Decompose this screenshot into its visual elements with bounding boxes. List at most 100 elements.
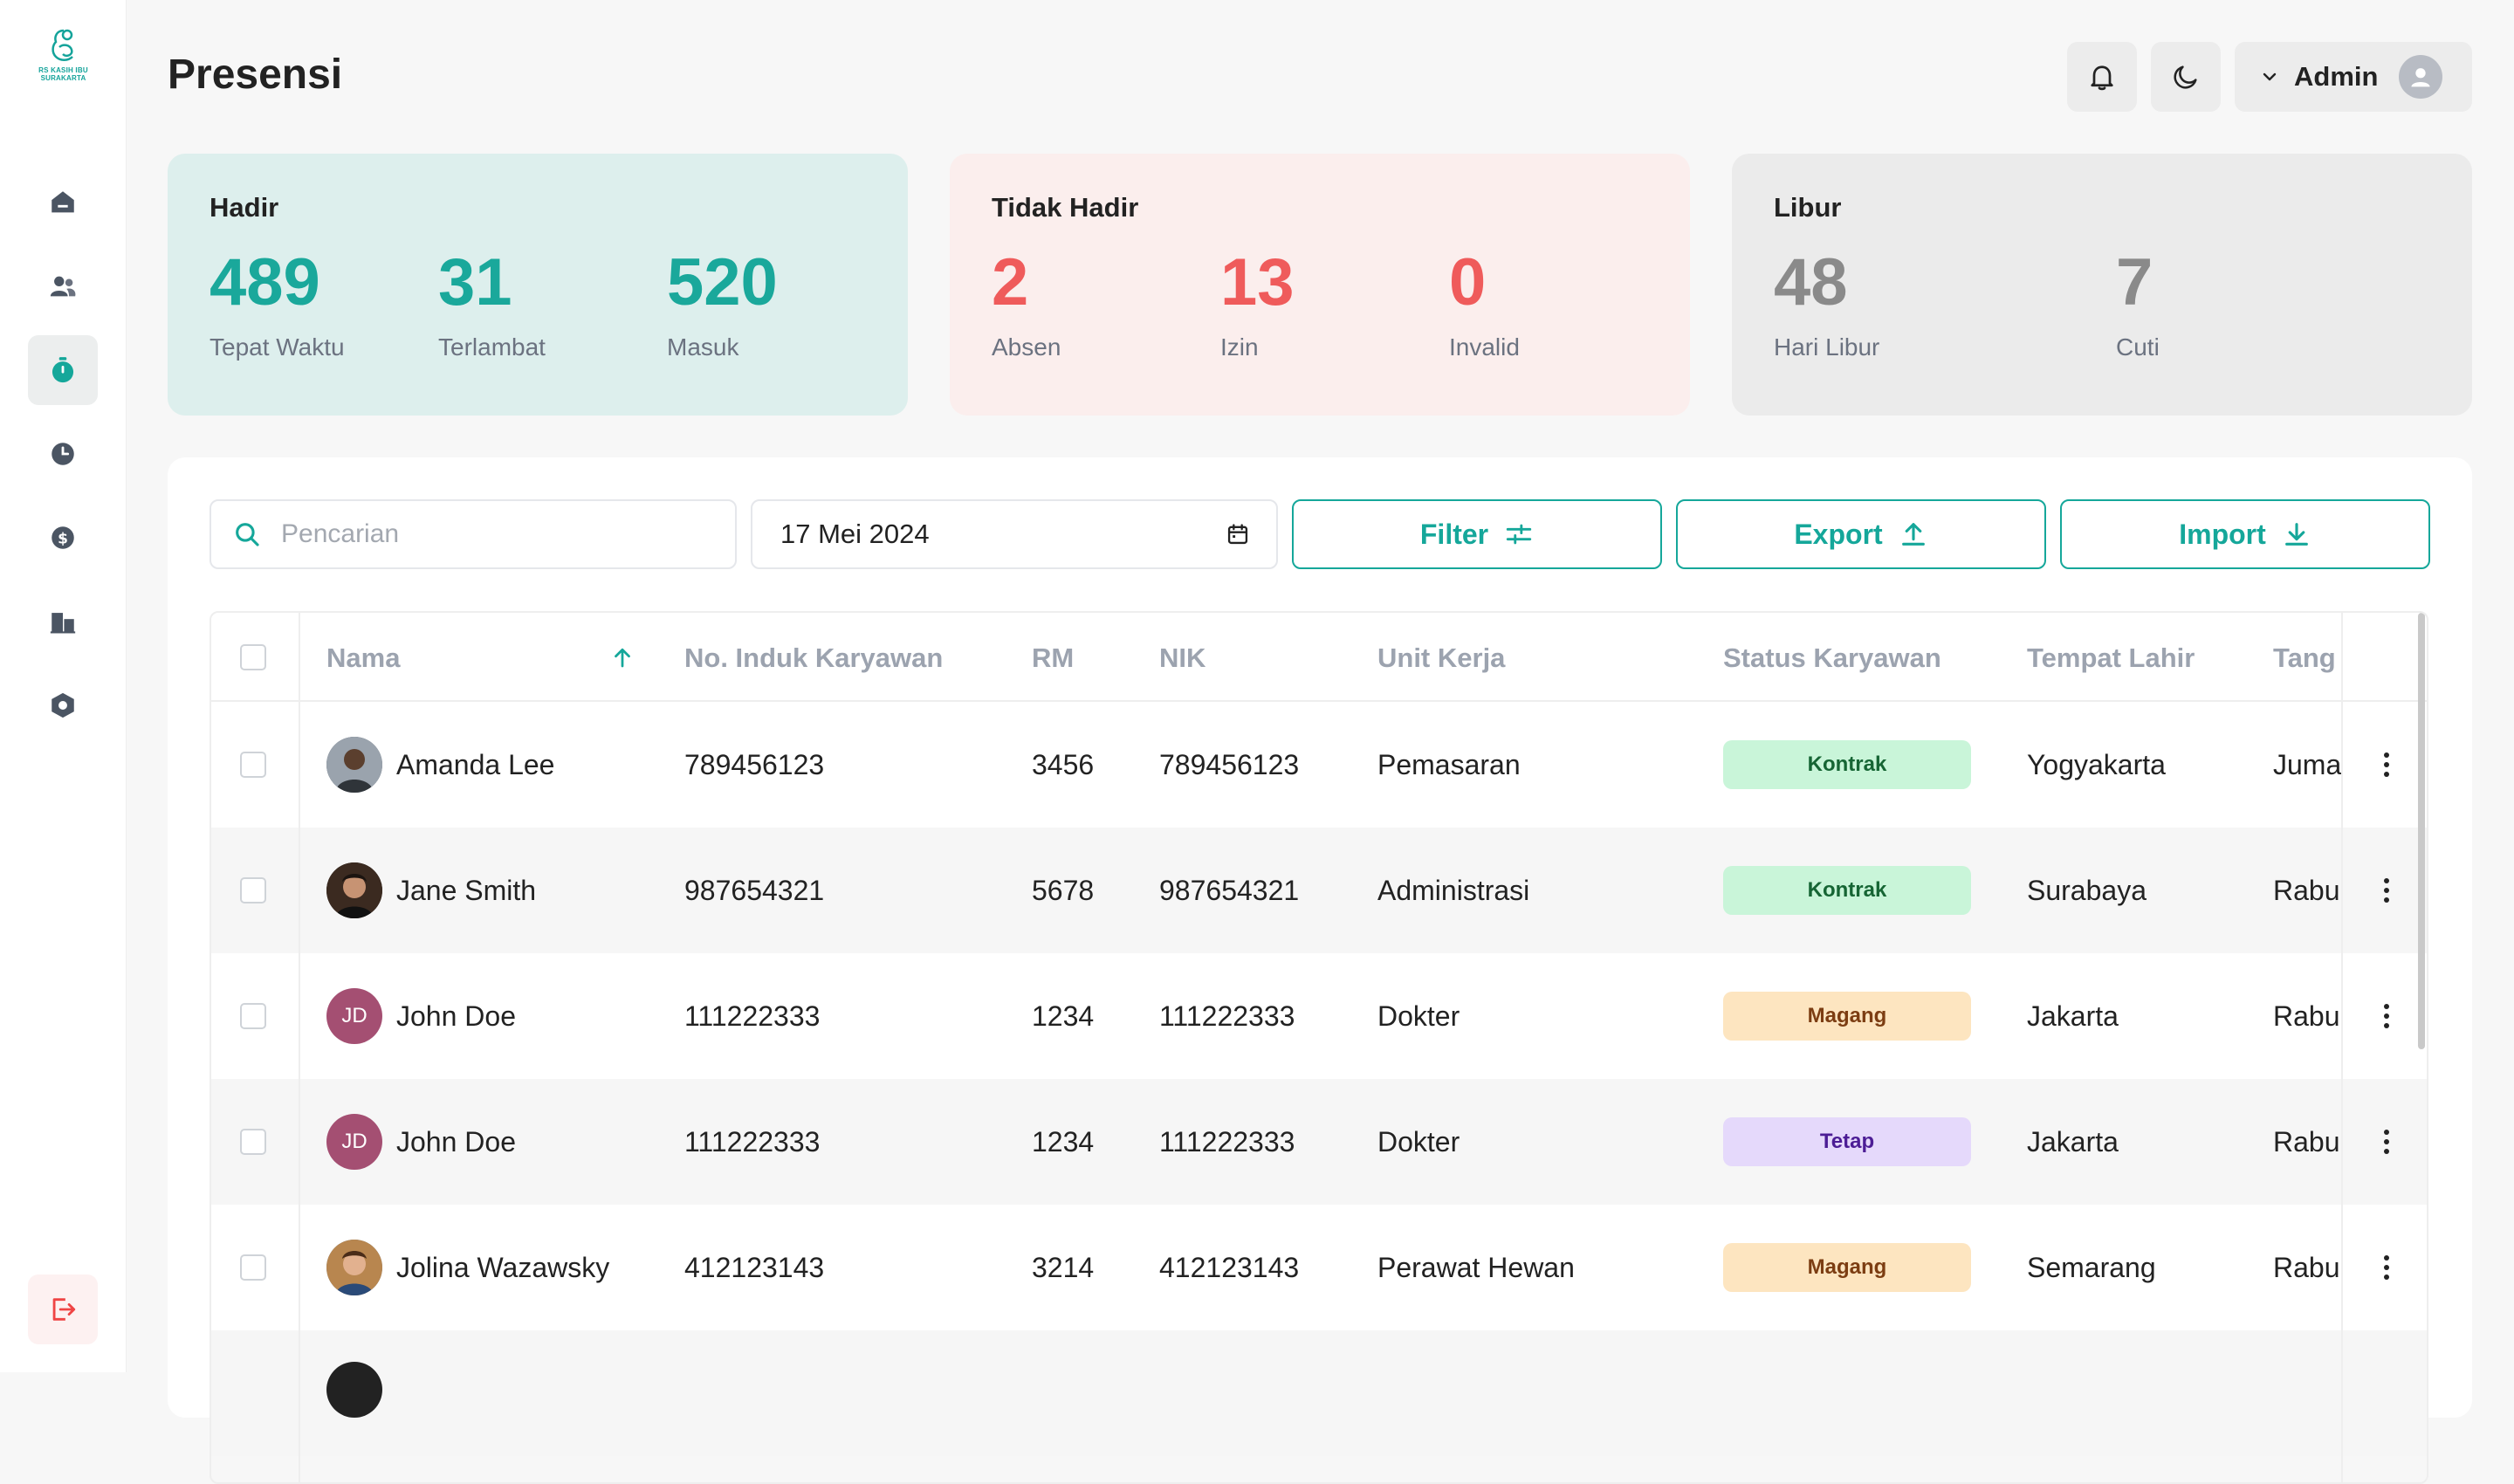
cell-unit: Dokter: [1377, 1126, 1460, 1158]
users-icon: [50, 276, 76, 297]
cell-unit: Pemasaran: [1377, 749, 1521, 780]
date-picker[interactable]: 17 Mei 2024: [751, 499, 1278, 569]
stat-value: 2: [992, 245, 1029, 319]
stat-card-hadir: Hadir 489 Tepat Waktu 31 Terlambat 520 M…: [168, 154, 908, 416]
cell-nik: 789456123: [1159, 749, 1300, 780]
cell-nama: Jolina Wazawsky: [396, 1252, 610, 1283]
stat-tepat-waktu: 489 Tepat Waktu: [210, 250, 345, 361]
stat-value: 489: [210, 245, 320, 319]
column-header-tempat[interactable]: Tempat Lahir: [2027, 642, 2195, 674]
cell-tanggal-lahir: Rabu: [2273, 1252, 2340, 1283]
sidebar-item-home[interactable]: [28, 168, 98, 237]
vertical-scrollbar[interactable]: [2418, 613, 2425, 1049]
cell-tanggal-lahir: Rabu: [2273, 1126, 2340, 1158]
stat-label: Izin: [1220, 333, 1259, 361]
cell-nama: John Doe: [396, 1000, 516, 1032]
table-row[interactable]: [211, 1330, 2427, 1456]
cell-tempat-lahir: Surabaya: [2027, 875, 2147, 906]
select-all-checkbox[interactable]: [240, 644, 266, 670]
sort-ascending-icon[interactable]: [609, 644, 635, 670]
cell-tanggal-lahir: Rabu: [2273, 1000, 2340, 1032]
row-checkbox[interactable]: [240, 752, 266, 778]
row-menu-button[interactable]: [2369, 1124, 2404, 1159]
column-header-unit[interactable]: Unit Kerja: [1377, 642, 1505, 674]
row-checkbox[interactable]: [240, 1129, 266, 1155]
kebab-menu-icon: [2384, 1255, 2389, 1280]
search-input[interactable]: [281, 519, 700, 549]
column-header-nama[interactable]: Nama: [326, 642, 400, 674]
row-menu-button[interactable]: [2369, 1250, 2404, 1285]
column-header-status[interactable]: Status Karyawan: [1723, 642, 1941, 674]
cell-tempat-lahir: Jakarta: [2027, 1000, 2119, 1032]
stat-value: 520: [667, 245, 778, 319]
sliders-icon: [1506, 524, 1532, 545]
row-menu-button[interactable]: [2369, 999, 2404, 1034]
table-row[interactable]: Amanda Lee 789456123 3456 789456123 Pema…: [211, 702, 2427, 828]
mother-child-logo-icon: [51, 29, 73, 61]
row-checkbox[interactable]: [240, 1003, 266, 1029]
cell-no-induk: 412123143: [684, 1252, 825, 1283]
export-button[interactable]: Export: [1676, 499, 2046, 569]
stat-label: Terlambat: [438, 333, 546, 361]
notification-button[interactable]: [2067, 42, 2137, 112]
cell-unit: Dokter: [1377, 1000, 1460, 1032]
column-header-nik[interactable]: NIK: [1159, 642, 1205, 674]
column-header-rm[interactable]: RM: [1032, 642, 1074, 674]
table-row[interactable]: Jane Smith 987654321 5678 987654321 Admi…: [211, 828, 2427, 953]
card-title: Tidak Hadir: [992, 192, 1139, 223]
avatar: [326, 1240, 382, 1295]
cell-tanggal-lahir: Rabu: [2273, 875, 2340, 906]
hospital-logo[interactable]: RS KASIH IBU SURAKARTA: [26, 26, 100, 96]
column-header-no-induk[interactable]: No. Induk Karyawan: [684, 642, 943, 674]
sidebar-item-presensi[interactable]: [28, 335, 98, 405]
sidebar-item-settings[interactable]: [28, 670, 98, 740]
filter-label: Filter: [1419, 518, 1489, 550]
card-title: Hadir: [210, 192, 279, 223]
hexagon-settings-icon: [52, 692, 74, 718]
logout-button[interactable]: [28, 1274, 98, 1344]
cell-nama: John Doe: [396, 1126, 516, 1158]
stat-label: Hari Libur: [1774, 333, 1880, 361]
stat-card-tidak-hadir: Tidak Hadir 2 Absen 13 Izin 0 Invalid: [950, 154, 1690, 416]
kebab-menu-icon: [2384, 878, 2389, 903]
status-badge: Kontrak: [1723, 866, 1971, 915]
stat-hari-libur: 48 Hari Libur: [1774, 250, 1879, 361]
export-label: Export: [1794, 518, 1883, 550]
cell-nik: 412123143: [1159, 1252, 1300, 1283]
cell-unit: Administrasi: [1377, 875, 1530, 906]
table-row[interactable]: JD John Doe 111222333 1234 111222333 Dok…: [211, 953, 2427, 1079]
sidebar-item-payroll[interactable]: $: [28, 503, 98, 573]
table-row[interactable]: Jolina Wazawsky 412123143 3214 412123143…: [211, 1205, 2427, 1330]
theme-toggle-button[interactable]: [2151, 42, 2221, 112]
row-checkbox[interactable]: [240, 1254, 266, 1281]
stat-value: 0: [1449, 245, 1487, 319]
sidebar-item-users[interactable]: [28, 251, 98, 321]
avatar: [326, 737, 382, 793]
status-badge: Kontrak: [1723, 740, 1971, 789]
cell-no-induk: 789456123: [684, 749, 825, 780]
table-header: Nama No. Induk Karyawan RM NIK Unit Kerj…: [211, 613, 2427, 702]
cell-no-induk: 111222333: [684, 1126, 821, 1158]
status-badge: Tetap: [1723, 1117, 1971, 1166]
sidebar-item-history[interactable]: [28, 419, 98, 489]
cell-tanggal-lahir: Juma: [2273, 749, 2342, 780]
avatar: JD: [326, 988, 382, 1044]
user-menu-button[interactable]: Admin: [2235, 42, 2472, 112]
kebab-menu-icon: [2384, 1004, 2389, 1028]
import-button[interactable]: Import: [2060, 499, 2430, 569]
status-badge: Magang: [1723, 992, 1971, 1041]
filter-button[interactable]: Filter: [1292, 499, 1662, 569]
search-field[interactable]: [210, 499, 737, 569]
column-divider: [2341, 613, 2343, 1482]
download-icon: [2284, 523, 2308, 546]
cell-rm: 1234: [1032, 1126, 1095, 1158]
moon-icon: [2174, 65, 2197, 89]
sidebar-item-units[interactable]: [28, 587, 98, 656]
cell-tempat-lahir: Yogyakarta: [2027, 749, 2166, 780]
dollar-icon: $: [52, 526, 74, 549]
column-header-tanggal[interactable]: Tang: [2273, 642, 2341, 674]
table-row[interactable]: JD John Doe 111222333 1234 111222333 Dok…: [211, 1079, 2427, 1205]
row-menu-button[interactable]: [2369, 747, 2404, 782]
row-menu-button[interactable]: [2369, 873, 2404, 908]
row-checkbox[interactable]: [240, 877, 266, 903]
